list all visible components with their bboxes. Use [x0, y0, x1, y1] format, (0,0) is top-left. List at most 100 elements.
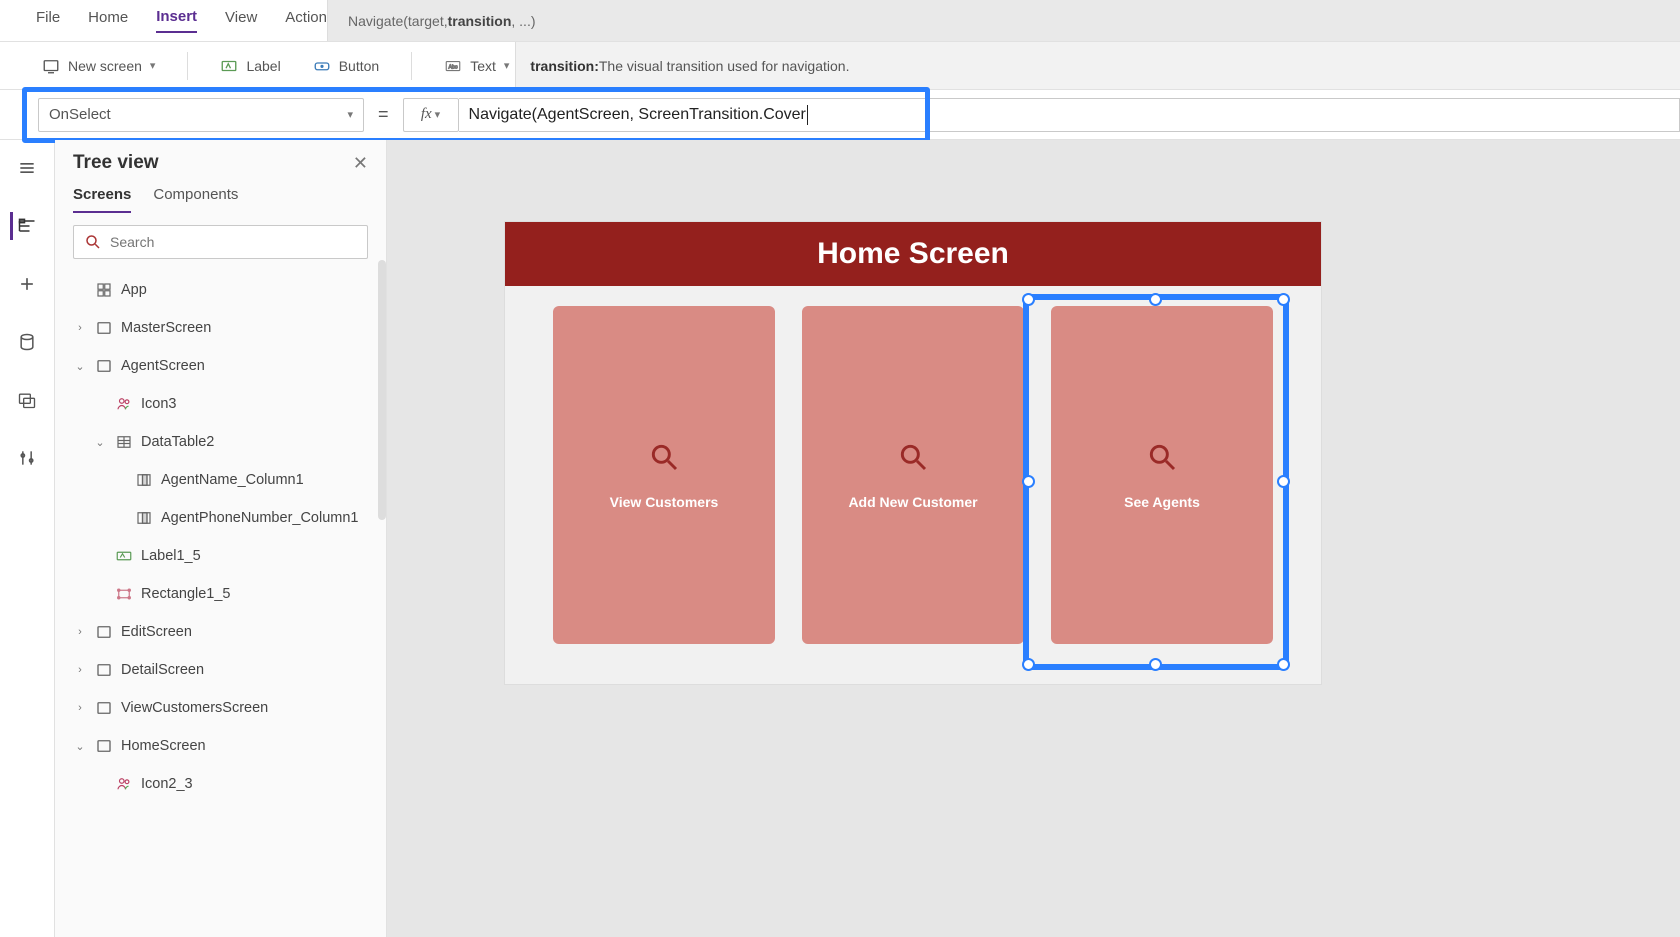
tile-label: View Customers	[610, 494, 719, 510]
tree-row-label: AgentName_Column1	[161, 472, 304, 488]
tile-label: See Agents	[1124, 494, 1200, 510]
tree-row[interactable]: Icon2_3	[59, 765, 382, 803]
main-area: Tree view ✕ Screens Components App › Maste…	[0, 140, 1680, 937]
tree-row-label: DetailScreen	[121, 662, 204, 678]
tree-row[interactable]: › MasterScreen	[59, 309, 382, 347]
text-caret	[807, 105, 808, 125]
tree-row-label: MasterScreen	[121, 320, 211, 336]
tree-row[interactable]: Rectangle1_5	[59, 575, 382, 613]
collapse-icon[interactable]: ⌄	[93, 436, 107, 449]
button-button[interactable]: Button	[307, 53, 385, 79]
menu-home[interactable]: Home	[88, 9, 128, 32]
canvas[interactable]: Home Screen View Customers Add New Custo…	[387, 140, 1680, 937]
tooltip-desc: The visual transition used for navigatio…	[599, 58, 850, 74]
search-wrap	[55, 213, 386, 271]
rail-tree-view[interactable]	[10, 212, 38, 240]
close-icon[interactable]: ✕	[353, 153, 368, 174]
tree-panel: Tree view ✕ Screens Components App › Maste…	[55, 140, 387, 937]
chevron-down-icon: ▾	[150, 59, 156, 72]
tree-row-label: DataTable2	[141, 434, 214, 450]
button-icon	[313, 57, 331, 75]
property-name: OnSelect	[49, 106, 111, 123]
expand-icon[interactable]: ›	[73, 664, 87, 676]
collapse-icon[interactable]: ⌄	[73, 740, 87, 753]
rect-icon	[115, 585, 133, 603]
fx-button[interactable]: fx ▾	[403, 98, 459, 132]
tree-row[interactable]: ⌄ HomeScreen	[59, 727, 382, 765]
search-icon	[84, 233, 102, 251]
formula-bar: OnSelect ▾ = fx ▾ Navigate(AgentScreen, …	[0, 90, 1680, 140]
expand-icon[interactable]: ›	[73, 322, 87, 334]
tab-screens[interactable]: Screens	[73, 186, 131, 213]
tree-row-label: ViewCustomersScreen	[121, 700, 268, 716]
screen-icon	[42, 57, 60, 75]
tree-header: Tree view ✕	[55, 140, 386, 180]
rail-media[interactable]	[13, 386, 41, 414]
formula-input[interactable]: Navigate(AgentScreen, ScreenTransition.C…	[459, 98, 1680, 132]
tree-row-label: HomeScreen	[121, 738, 206, 754]
property-selector[interactable]: OnSelect ▾	[38, 98, 364, 132]
label-button[interactable]: Label	[214, 53, 286, 79]
tree-row-label: App	[121, 282, 147, 298]
app-frame: Home Screen View Customers Add New Custo…	[505, 222, 1321, 684]
tab-components[interactable]: Components	[153, 186, 238, 213]
rail-data[interactable]	[13, 328, 41, 356]
column-icon	[135, 471, 153, 489]
rail-hamburger[interactable]	[13, 154, 41, 182]
tree-row-label: AgentPhoneNumber_Column1	[161, 510, 359, 526]
new-screen-button[interactable]: New screen ▾	[36, 53, 161, 79]
text-button[interactable]: Abc Text ▾	[438, 53, 515, 79]
tree-row[interactable]: › EditScreen	[59, 613, 382, 651]
ribbon: New screen ▾ Label Button Abc Text ▾ tra…	[0, 42, 1680, 90]
app-icon	[95, 281, 113, 299]
tiles-row: View Customers Add New Customer See Agen…	[505, 286, 1321, 684]
rail-advanced[interactable]	[13, 444, 41, 472]
svg-text:Abc: Abc	[449, 64, 458, 70]
tree-row-label: EditScreen	[121, 624, 192, 640]
menu-view[interactable]: View	[225, 9, 257, 32]
label-icon	[115, 547, 133, 565]
screen-icon	[95, 737, 113, 755]
tree-list: App › MasterScreen ⌄AgentScreenIcon3 ⌄ DataTa…	[55, 271, 386, 937]
tile-add-customer[interactable]: Add New Customer	[802, 306, 1024, 644]
signature-suffix: , ...)	[511, 13, 535, 29]
left-rail	[0, 140, 55, 937]
chevron-down-icon: ▾	[504, 59, 510, 72]
expand-icon[interactable]: ›	[73, 626, 87, 638]
formula-tooltip: transition: The visual transition used f…	[515, 42, 1680, 89]
screen-icon	[95, 357, 113, 375]
tree-row[interactable]: Label1_5	[59, 537, 382, 575]
menu-action[interactable]: Action	[285, 9, 327, 32]
tree-row[interactable]: ⌄ DataTable2	[59, 423, 382, 461]
app-header-title: Home Screen	[817, 237, 1009, 271]
tree-row[interactable]: › ViewCustomersScreen	[59, 689, 382, 727]
search-icon	[1146, 441, 1178, 478]
search-input[interactable]	[110, 234, 357, 250]
people-icon	[115, 395, 133, 413]
menu-insert[interactable]: Insert	[156, 8, 197, 33]
people-icon	[115, 775, 133, 793]
rail-insert[interactable]	[13, 270, 41, 298]
tree-row[interactable]: Icon3	[59, 385, 382, 423]
chevron-down-icon: ▾	[347, 108, 353, 121]
tree-row[interactable]: AgentPhoneNumber_Column1	[59, 499, 382, 537]
screen-icon	[95, 319, 113, 337]
expand-icon[interactable]: ›	[73, 702, 87, 714]
top-menu-left: File Home Insert View Action	[0, 8, 327, 33]
tree-title: Tree view	[73, 152, 159, 174]
collapse-icon[interactable]: ⌄	[73, 360, 87, 373]
menu-file[interactable]: File	[36, 9, 60, 32]
scrollbar[interactable]	[378, 260, 386, 520]
tree-row[interactable]: › DetailScreen	[59, 651, 382, 689]
formula-text: Navigate(AgentScreen, ScreenTransition.C…	[469, 106, 806, 124]
text-icon: Abc	[444, 57, 462, 75]
formula-signature: Navigate(target, transition , ...)	[327, 0, 1680, 41]
tile-view-customers[interactable]: View Customers	[553, 306, 775, 644]
tree-row[interactable]: ⌄AgentScreen	[59, 347, 382, 385]
search-box[interactable]	[73, 225, 368, 259]
tree-row[interactable]: App	[59, 271, 382, 309]
signature-param: transition	[448, 13, 512, 29]
tree-row[interactable]: AgentName_Column1	[59, 461, 382, 499]
screen-icon	[95, 623, 113, 641]
tile-see-agents[interactable]: See Agents	[1051, 306, 1273, 644]
